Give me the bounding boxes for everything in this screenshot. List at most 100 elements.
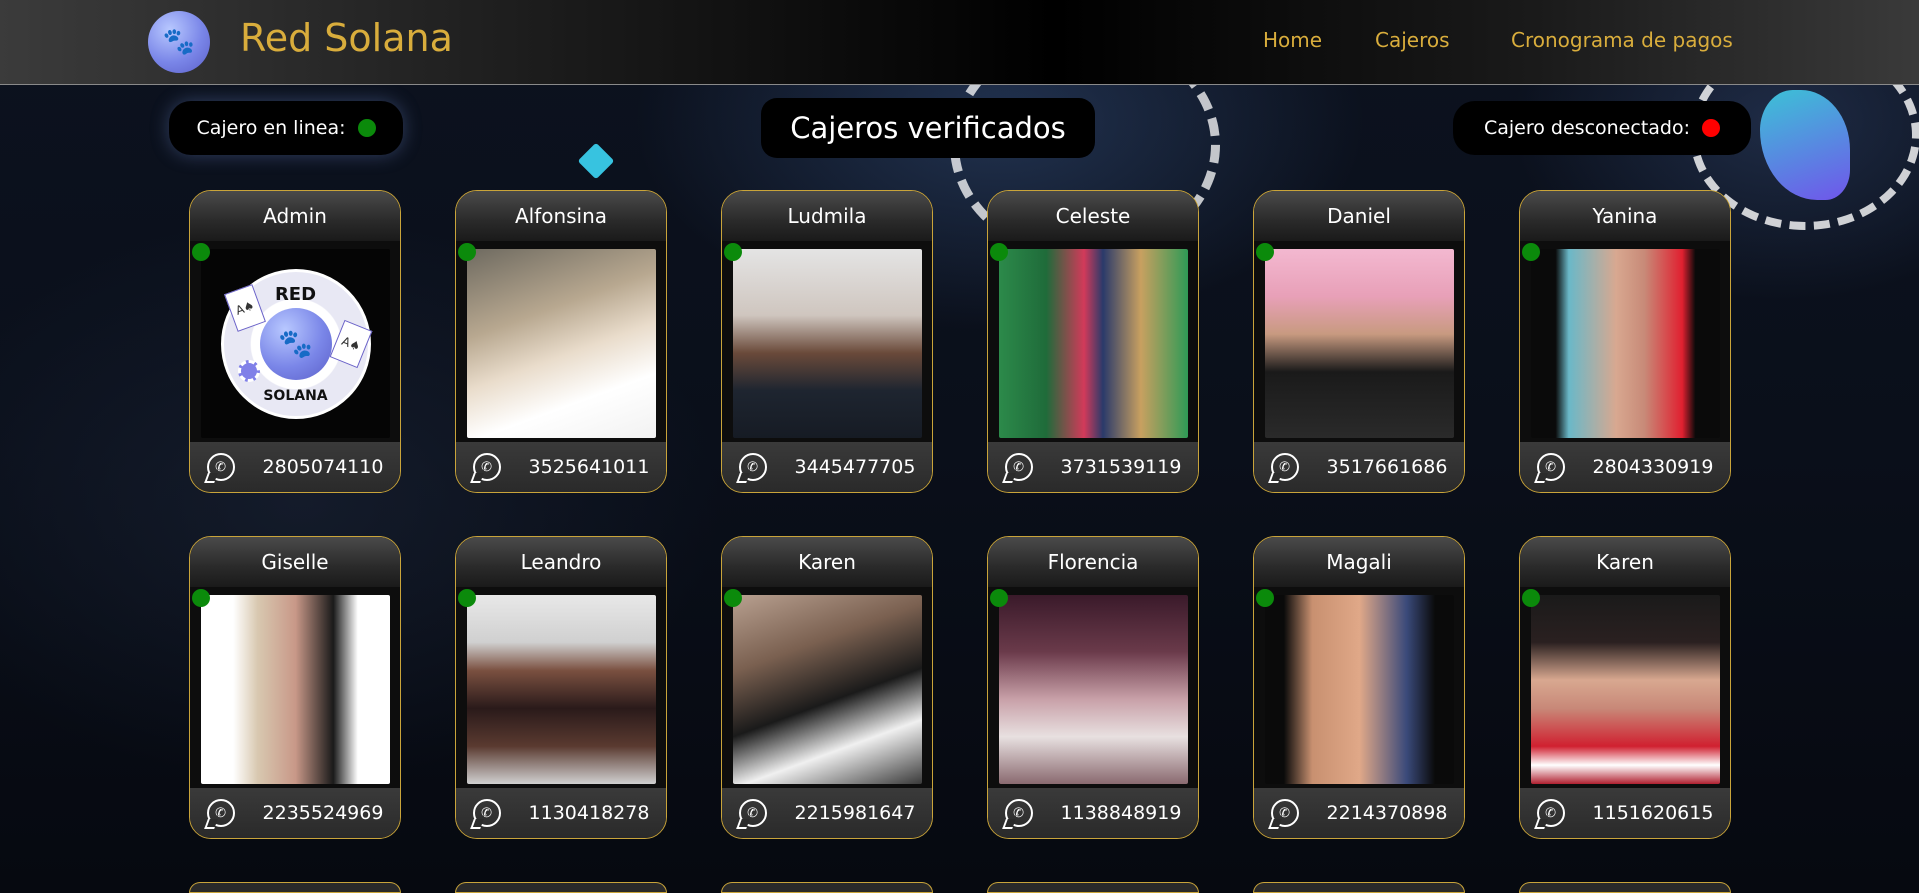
online-status-icon (1256, 589, 1274, 607)
whatsapp-icon[interactable]: ✆ (1004, 453, 1033, 481)
brand-name[interactable]: Red Solana (240, 16, 453, 60)
cashier-phone[interactable]: 2235524969 (263, 802, 384, 824)
offline-dot-icon (1702, 119, 1720, 137)
cashier-photo (733, 249, 922, 438)
cashier-card[interactable]: Leandro ✆ 1130418278 (455, 536, 667, 839)
cashier-name: Daniel (1254, 191, 1464, 241)
whatsapp-contact[interactable]: ✆ 1138848919 (988, 788, 1198, 838)
poker-chip-icon (237, 359, 260, 382)
online-dot-icon (357, 119, 376, 137)
legend-offline-label: Cajero desconectado: (1483, 117, 1690, 139)
online-status-icon (990, 589, 1008, 607)
whatsapp-icon[interactable]: ✆ (206, 799, 235, 827)
cashier-name: Leandro (456, 537, 666, 587)
cashier-photo (201, 595, 390, 784)
cashier-name: Celeste (988, 191, 1198, 241)
playing-card-icon: A♠ (329, 319, 372, 368)
whatsapp-contact[interactable]: ✆ 2214370898 (1254, 788, 1464, 838)
whatsapp-contact[interactable]: ✆ 1151620615 (1520, 788, 1730, 838)
cashier-phone[interactable]: 2214370898 (1327, 802, 1448, 824)
cashier-name: Karen (722, 537, 932, 587)
cashier-card[interactable]: Ludmila ✆ 3445477705 (721, 190, 933, 493)
cashier-phone[interactable]: 2215981647 (795, 802, 916, 824)
cashier-card[interactable]: Yanina ✆ 2804330919 (1519, 190, 1731, 493)
whatsapp-contact[interactable]: ✆ 2805074110 (190, 442, 400, 492)
online-status-icon (458, 589, 476, 607)
logo-text-solana: SOLANA (263, 387, 328, 404)
cashier-card[interactable]: Magali ✆ 2214370898 (1253, 536, 1465, 839)
red-solana-logo: A♠ A♠ RED 🐾 SOLANA (201, 249, 390, 438)
online-status-icon (1522, 243, 1540, 261)
cashier-photo (467, 249, 656, 438)
online-status-icon (990, 243, 1008, 261)
cashier-card[interactable]: Karen ✆ 2215981647 (721, 536, 933, 839)
whatsapp-icon[interactable]: ✆ (206, 453, 235, 481)
cashier-name: Magali (1254, 537, 1464, 587)
whatsapp-contact[interactable]: ✆ 2215981647 (722, 788, 932, 838)
nav-cronograma[interactable]: Cronograma de pagos (1511, 28, 1733, 52)
whatsapp-icon[interactable]: ✆ (472, 453, 501, 481)
cashier-photo (1531, 249, 1720, 438)
legend-online: Cajero en linea: (169, 101, 403, 155)
whatsapp-icon[interactable]: ✆ (1270, 453, 1299, 481)
whatsapp-icon[interactable]: ✆ (738, 799, 767, 827)
cashier-photo (1265, 249, 1454, 438)
cashier-phone[interactable]: 3445477705 (795, 456, 916, 478)
cashier-phone[interactable]: 2805074110 (263, 456, 384, 478)
cashier-card[interactable] (721, 882, 933, 893)
whatsapp-icon[interactable]: ✆ (1536, 799, 1565, 827)
online-status-icon (192, 243, 210, 261)
cashier-card[interactable]: Florencia ✆ 1138848919 (987, 536, 1199, 839)
cashier-card[interactable]: Admin A♠ A♠ RED 🐾 SOLANA ✆ 2805074110 (189, 190, 401, 493)
cashier-photo (1265, 595, 1454, 784)
whatsapp-icon[interactable]: ✆ (472, 799, 501, 827)
cashier-card[interactable] (455, 882, 667, 893)
cashier-card[interactable] (1253, 882, 1465, 893)
cashier-name: Admin (190, 191, 400, 241)
cashier-photo (1531, 595, 1720, 784)
online-status-icon (724, 243, 742, 261)
whatsapp-icon[interactable]: ✆ (1004, 799, 1033, 827)
cashier-card[interactable] (189, 882, 401, 893)
cashier-photo (999, 595, 1188, 784)
cashier-card[interactable]: Alfonsina ✆ 3525641011 (455, 190, 667, 493)
cashier-photo (467, 595, 656, 784)
cashier-phone[interactable]: 2804330919 (1593, 456, 1714, 478)
whatsapp-contact[interactable]: ✆ 1130418278 (456, 788, 666, 838)
whatsapp-contact[interactable]: ✆ 3525641011 (456, 442, 666, 492)
whatsapp-icon[interactable]: ✆ (738, 453, 767, 481)
cashier-photo (733, 595, 922, 784)
whatsapp-contact[interactable]: ✆ 3445477705 (722, 442, 932, 492)
cashier-card[interactable]: Daniel ✆ 3517661686 (1253, 190, 1465, 493)
cashier-phone[interactable]: 1138848919 (1061, 802, 1182, 824)
online-status-icon (192, 589, 210, 607)
cashier-card[interactable]: Celeste ✆ 3731539119 (987, 190, 1199, 493)
cashier-name: Alfonsina (456, 191, 666, 241)
cashier-phone[interactable]: 3517661686 (1327, 456, 1448, 478)
nav-cajeros[interactable]: Cajeros (1375, 28, 1450, 52)
cashier-card[interactable]: Giselle ✆ 2235524969 (189, 536, 401, 839)
online-status-icon (1522, 589, 1540, 607)
whatsapp-icon[interactable]: ✆ (1536, 453, 1565, 481)
legend-online-label: Cajero en linea: (196, 117, 346, 139)
logo-text-red: RED (274, 283, 317, 305)
cashier-name: Giselle (190, 537, 400, 587)
online-status-icon (724, 589, 742, 607)
nav-home[interactable]: Home (1263, 28, 1322, 52)
whatsapp-contact[interactable]: ✆ 2804330919 (1520, 442, 1730, 492)
top-navbar: 🐾 Red Solana Home Cajeros Cronograma de … (0, 0, 1919, 85)
cashier-card[interactable] (987, 882, 1199, 893)
cashier-phone[interactable]: 1130418278 (529, 802, 650, 824)
cashier-name: Ludmila (722, 191, 932, 241)
whatsapp-contact[interactable]: ✆ 3731539119 (988, 442, 1198, 492)
cashier-name: Yanina (1520, 191, 1730, 241)
cashier-phone[interactable]: 3525641011 (529, 456, 650, 478)
whatsapp-contact[interactable]: ✆ 3517661686 (1254, 442, 1464, 492)
cashier-phone[interactable]: 1151620615 (1593, 802, 1714, 824)
whatsapp-contact[interactable]: ✆ 2235524969 (190, 788, 400, 838)
cashier-phone[interactable]: 3731539119 (1061, 456, 1182, 478)
cashier-card[interactable]: Karen ✆ 1151620615 (1519, 536, 1731, 839)
brand-logo[interactable]: 🐾 (148, 11, 210, 73)
cashier-card[interactable] (1519, 882, 1731, 893)
whatsapp-icon[interactable]: ✆ (1270, 799, 1299, 827)
